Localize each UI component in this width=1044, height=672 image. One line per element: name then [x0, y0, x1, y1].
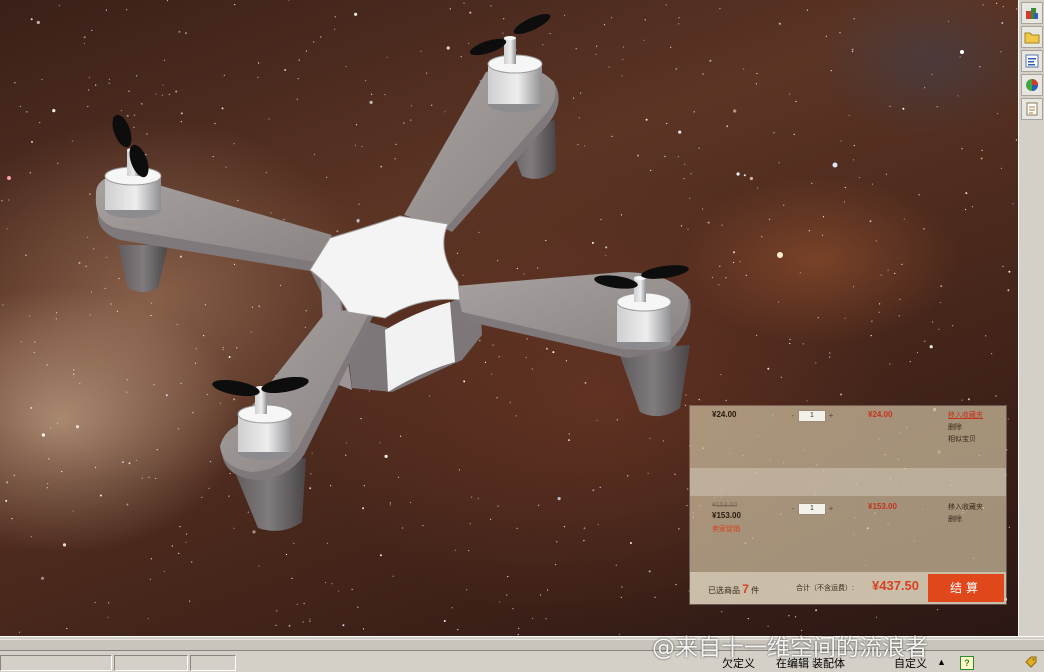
selected-items-summary: 已选商品 7 件 [708, 582, 759, 596]
landing-leg-front-left [118, 245, 168, 292]
status-panel-empty [114, 655, 188, 671]
qty-plus-button[interactable]: + [826, 410, 836, 422]
item-subtotal: ¥24.00 [868, 410, 893, 419]
move-to-favorites-link[interactable]: 移入收藏夹 [948, 410, 983, 420]
selected-prefix: 已选商品 [708, 586, 740, 595]
watermark: @来自十一维空间的流浪者 [652, 635, 928, 661]
delete-link[interactable]: 删除 [948, 422, 962, 432]
help-icon[interactable]: ? [960, 656, 974, 670]
delete-link[interactable]: 删除 [948, 514, 962, 524]
cart-divider [690, 468, 1006, 496]
similar-items-link[interactable]: 相似宝贝 [948, 434, 976, 444]
seller-promo-tag[interactable]: 卖家促销 [712, 524, 740, 534]
folder-icon[interactable] [1021, 26, 1043, 48]
item-original-price: ¥153.00 [712, 502, 738, 509]
shopping-cart-overlay: ¥24.00 - 1 + ¥24.00 移入收藏夹 删除 相似宝贝 ¥153.0… [690, 406, 1006, 604]
task-pane-toolbar [1018, 0, 1044, 636]
qty-input[interactable]: 1 [798, 410, 826, 422]
view-3d-icon[interactable] [1021, 2, 1043, 24]
total-label: 合计（不含运费）: [796, 585, 854, 592]
item-unit-price: ¥24.00 [712, 410, 737, 419]
item-subtotal: ¥153.00 [868, 502, 897, 511]
selected-count: 7 [742, 582, 749, 596]
qty-minus-button[interactable]: - [788, 410, 798, 422]
cart-item-row: ¥153.00 ¥153.00 卖家促销 - 1 + ¥153.00 移入收藏夹… [690, 498, 1006, 568]
notes-icon[interactable] [1021, 98, 1043, 120]
quantity-stepper[interactable]: - 1 + [788, 410, 836, 422]
qty-minus-button[interactable]: - [788, 503, 798, 515]
caret-up-icon[interactable]: ▲ [937, 657, 946, 667]
properties-icon[interactable] [1021, 50, 1043, 72]
tag-icon[interactable] [1024, 655, 1038, 672]
move-to-favorites-link[interactable]: 移入收藏夹 [948, 502, 983, 512]
status-panel-empty [0, 655, 112, 671]
item-unit-price: ¥153.00 [712, 511, 741, 520]
appearance-icon[interactable] [1021, 74, 1043, 96]
status-panel-empty [190, 655, 236, 671]
selected-suffix: 件 [751, 586, 760, 595]
qty-plus-button[interactable]: + [826, 503, 836, 515]
cart-footer: 已选商品 7 件 合计（不含运费）: ¥437.50 结算 [690, 572, 1006, 604]
qty-input[interactable]: 1 [798, 503, 826, 515]
total-value: ¥437.50 [872, 578, 919, 593]
graphics-viewport[interactable]: ¥24.00 - 1 + ¥24.00 移入收藏夹 删除 相似宝贝 ¥153.0… [0, 0, 1018, 636]
checkout-button[interactable]: 结算 [928, 574, 1004, 602]
cart-item-row: ¥24.00 - 1 + ¥24.00 移入收藏夹 删除 相似宝贝 [690, 406, 1006, 466]
quantity-stepper[interactable]: - 1 + [788, 503, 836, 515]
